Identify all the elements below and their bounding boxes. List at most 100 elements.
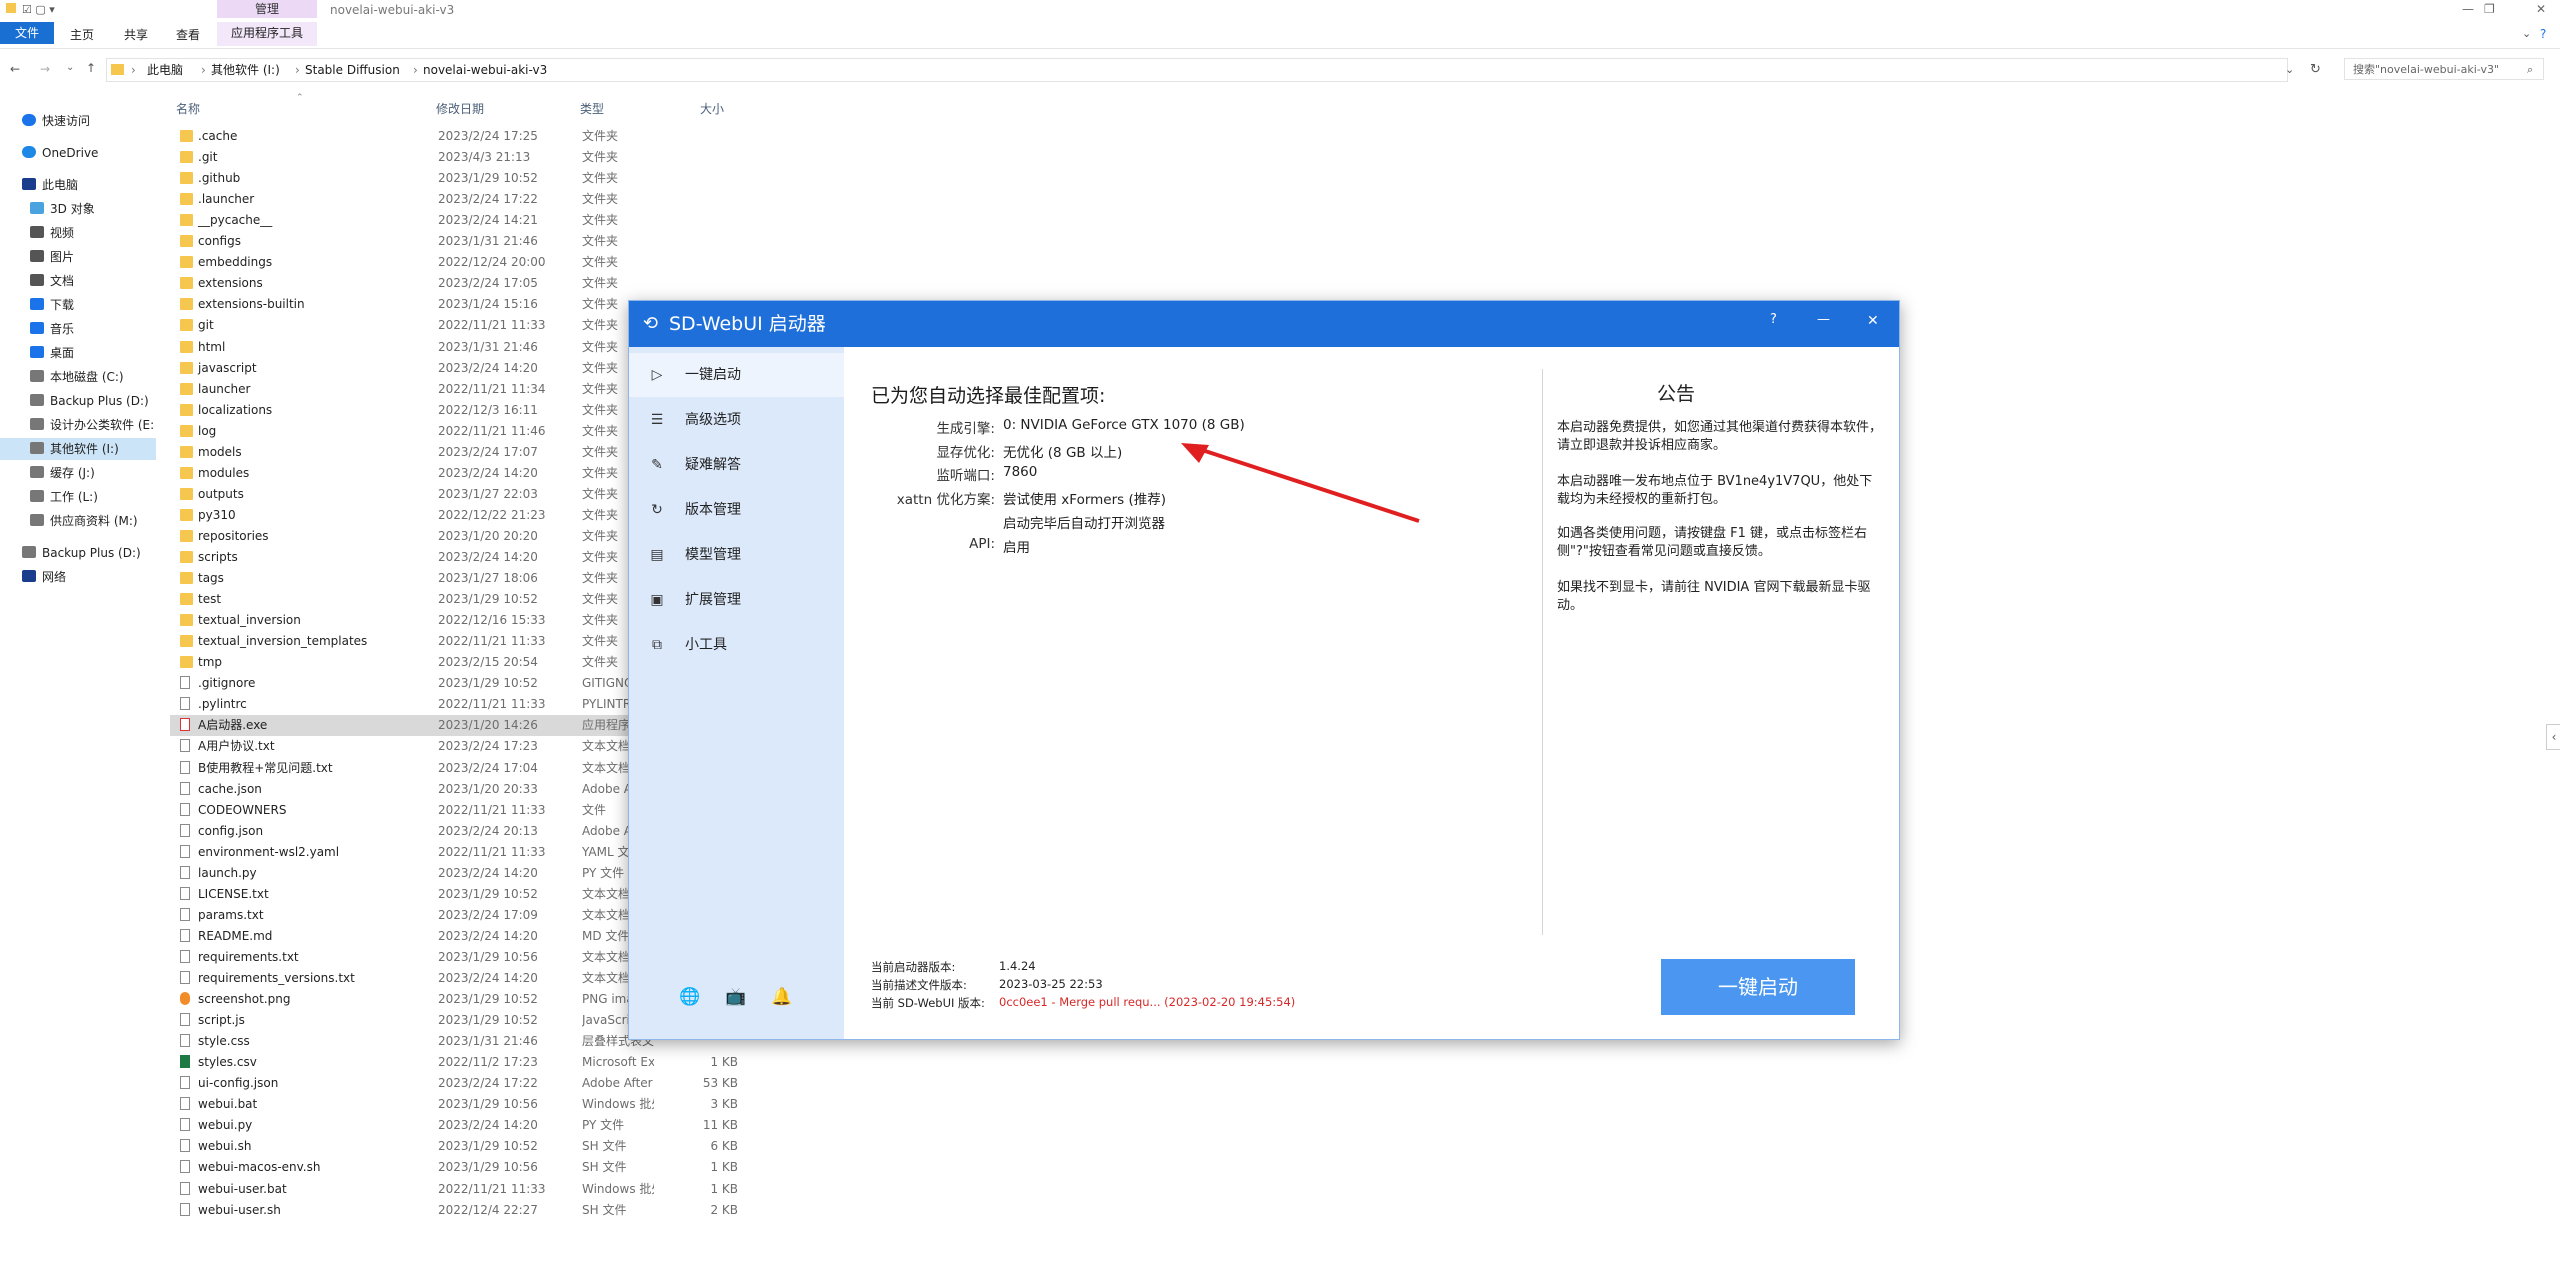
file-date: 2023/2/24 14:20 bbox=[438, 971, 538, 985]
nav-item-label: 快速访问 bbox=[42, 114, 91, 128]
window-title: novelai-webui-aki-v3 bbox=[330, 3, 455, 17]
sidebar-item[interactable]: ⧉ 小工具 bbox=[629, 623, 844, 667]
quick-access-toolbar[interactable]: ☑ ▢ ▾ bbox=[22, 3, 55, 16]
sidebar-item-label: 扩展管理 bbox=[685, 592, 741, 608]
help-icon[interactable]: ? bbox=[2540, 27, 2546, 41]
file-row[interactable]: webui-user.sh 2022/12/4 22:27 SH 文件 2 KB bbox=[170, 1200, 780, 1221]
nav-item[interactable]: 设计办公类软件 (E: bbox=[30, 414, 154, 436]
breadcrumb-drive-i[interactable]: 其他软件 (I:) bbox=[211, 59, 280, 81]
nav-item[interactable]: 其他软件 (I:) bbox=[0, 438, 156, 460]
file-icon bbox=[180, 971, 190, 984]
notice-paragraph: 本启动器唯一发布地点位于 BV1ne4y1V7QU，他处下载均为未经授权的重新打… bbox=[1557, 474, 1873, 507]
refresh-icon[interactable]: ↻ bbox=[2310, 62, 2321, 77]
drive-icon bbox=[30, 514, 44, 526]
nav-item[interactable]: OneDrive bbox=[22, 142, 98, 164]
nav-item[interactable]: 文档 bbox=[30, 270, 74, 292]
nav-item[interactable]: 音乐 bbox=[30, 318, 74, 340]
file-date: 2022/11/21 11:33 bbox=[438, 634, 546, 648]
window-minimize-button[interactable]: — bbox=[2462, 2, 2474, 16]
search-input[interactable]: 搜索"novelai-webui-aki-v3" ⌕ bbox=[2344, 58, 2544, 80]
recent-dropdown-icon[interactable]: ⌄ bbox=[66, 62, 74, 73]
sidebar-item[interactable]: ↻ 版本管理 bbox=[629, 488, 844, 532]
nav-item[interactable]: Backup Plus (D:) bbox=[30, 390, 149, 412]
file-row[interactable]: embeddings 2022/12/24 20:00 文件夹 bbox=[170, 252, 780, 273]
column-name[interactable]: 名称 bbox=[176, 100, 200, 117]
bilibili-icon[interactable]: 📺 bbox=[725, 987, 746, 1007]
close-button[interactable]: ✕ bbox=[1867, 298, 1879, 344]
forward-arrow-icon[interactable]: → bbox=[40, 62, 50, 76]
file-row[interactable]: ui-config.json 2023/2/24 17:22 Adobe After… bbox=[170, 1073, 780, 1094]
sidebar-item[interactable]: ✎ 疑难解答 bbox=[629, 443, 844, 487]
file-icon bbox=[180, 1182, 190, 1195]
help-button[interactable]: ? bbox=[1770, 297, 1777, 343]
file-row[interactable]: .cache 2023/2/24 17:25 文件夹 bbox=[170, 126, 780, 147]
window-close-button[interactable]: ✕ bbox=[2536, 2, 2546, 16]
nav-item[interactable]: 缓存 (J:) bbox=[30, 462, 95, 484]
nav-item[interactable]: 视频 bbox=[30, 222, 74, 244]
address-dropdown-icon[interactable]: ⌄ bbox=[2285, 59, 2294, 81]
nav-item[interactable]: 3D 对象 bbox=[30, 198, 95, 220]
file-row[interactable]: .git 2023/4/3 21:13 文件夹 bbox=[170, 147, 780, 168]
file-icon bbox=[180, 887, 190, 900]
file-row[interactable]: __pycache__ 2023/2/24 14:21 文件夹 bbox=[170, 210, 780, 231]
globe-icon[interactable]: 🌐 bbox=[679, 987, 700, 1007]
file-date: 2022/12/16 15:33 bbox=[438, 613, 546, 627]
file-row[interactable]: webui.py 2023/2/24 14:20 PY 文件 11 KB bbox=[170, 1115, 780, 1136]
file-name: test bbox=[198, 592, 222, 606]
minimize-button[interactable]: — bbox=[1817, 297, 1830, 343]
sidebar-item[interactable]: ☰ 高级选项 bbox=[629, 398, 844, 442]
file-row[interactable]: extensions 2023/2/24 17:05 文件夹 bbox=[170, 273, 780, 294]
file-date: 2023/2/24 17:07 bbox=[438, 445, 538, 459]
file-name: launcher bbox=[198, 382, 251, 396]
nav-item[interactable]: 快速访问 bbox=[22, 110, 90, 132]
tab-app-tools[interactable]: 应用程序工具 bbox=[217, 22, 317, 46]
folder-icon bbox=[180, 509, 193, 521]
file-name: extensions bbox=[198, 276, 263, 290]
column-size[interactable]: 大小 bbox=[700, 100, 724, 117]
one-click-launch-button[interactable]: 一键启动 bbox=[1661, 959, 1855, 1015]
nav-item[interactable]: 下载 bbox=[30, 294, 74, 316]
breadcrumb-this-pc[interactable]: 此电脑 bbox=[147, 59, 183, 81]
qq-icon[interactable]: 🔔 bbox=[771, 987, 792, 1007]
file-row[interactable]: configs 2023/1/31 21:46 文件夹 bbox=[170, 231, 780, 252]
file-date: 2023/2/24 14:21 bbox=[438, 213, 538, 227]
ribbon-expand-icon[interactable]: ⌄ bbox=[2522, 27, 2531, 40]
file-row[interactable]: .launcher 2023/2/24 17:22 文件夹 bbox=[170, 189, 780, 210]
file-date: 2023/1/29 10:52 bbox=[438, 887, 538, 901]
column-date[interactable]: 修改日期 bbox=[436, 100, 484, 117]
nav-item[interactable]: 供应商资料 (M:) bbox=[30, 510, 138, 532]
column-type[interactable]: 类型 bbox=[580, 100, 604, 117]
back-arrow-icon[interactable]: ← bbox=[10, 62, 20, 76]
address-input[interactable]: › 此电脑 › 其他软件 (I:) › Stable Diffusion › n… bbox=[106, 58, 2294, 82]
file-row[interactable]: .github 2023/1/29 10:52 文件夹 bbox=[170, 168, 780, 189]
up-arrow-icon[interactable]: ↑ bbox=[86, 61, 96, 75]
nav-item[interactable]: 本地磁盘 (C:) bbox=[30, 366, 124, 388]
nav-item[interactable]: 图片 bbox=[30, 246, 74, 268]
sidebar-item[interactable]: ▤ 模型管理 bbox=[629, 533, 844, 577]
file-row[interactable]: webui.bat 2023/1/29 10:56 Windows 批处理... 3 … bbox=[170, 1094, 780, 1115]
notice-paragraph: 如遇各类使用问题，请按键盘 F1 键，或点击标签栏右侧"?"按钮查看常见问题或直… bbox=[1557, 526, 1868, 559]
nav-item[interactable]: Backup Plus (D:) bbox=[22, 542, 141, 564]
file-row[interactable]: webui-user.bat 2022/11/21 11:33 Windows 批处… bbox=[170, 1179, 780, 1200]
file-name: A用户协议.txt bbox=[198, 739, 275, 753]
nav-item[interactable]: 桌面 bbox=[30, 342, 74, 364]
file-date: 2023/1/29 10:56 bbox=[438, 1097, 538, 1111]
file-row[interactable]: webui-macos-env.sh 2023/1/29 10:56 SH 文件 1 … bbox=[170, 1157, 780, 1178]
tab-home[interactable]: 主页 bbox=[62, 26, 102, 44]
file-row[interactable]: styles.csv 2022/11/2 17:23 Microsoft Excel… bbox=[170, 1052, 780, 1073]
sidebar-item[interactable]: ▣ 扩展管理 bbox=[629, 578, 844, 622]
window-maximize-button[interactable]: ❐ bbox=[2484, 2, 2495, 16]
nav-item[interactable]: 此电脑 bbox=[22, 174, 78, 196]
breadcrumb-stable-diffusion[interactable]: Stable Diffusion bbox=[305, 59, 400, 81]
tab-file[interactable]: 文件 bbox=[0, 22, 54, 44]
nav-item[interactable]: 工作 (L:) bbox=[30, 486, 98, 508]
file-row[interactable]: webui.sh 2023/1/29 10:52 SH 文件 6 KB bbox=[170, 1136, 780, 1157]
tab-share[interactable]: 共享 bbox=[116, 26, 156, 44]
tab-view[interactable]: 查看 bbox=[168, 26, 208, 44]
sidebar-item[interactable]: ▷ 一键启动 bbox=[629, 353, 844, 397]
breadcrumb-current[interactable]: novelai-webui-aki-v3 bbox=[423, 59, 547, 81]
nav-item[interactable]: 网络 bbox=[22, 566, 66, 588]
chevron-left-icon[interactable]: ‹ bbox=[2546, 724, 2560, 750]
video-icon bbox=[30, 226, 44, 238]
folder-icon bbox=[180, 214, 193, 226]
